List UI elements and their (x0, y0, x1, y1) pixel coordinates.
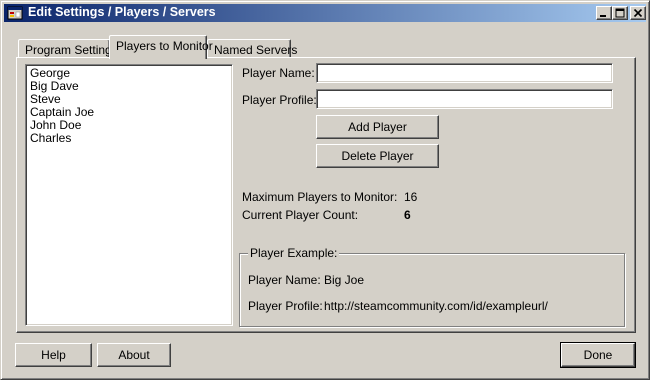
current-count-label: Current Player Count: (242, 208, 359, 222)
player-profile-field[interactable] (316, 89, 613, 109)
current-count-value: 6 (404, 208, 411, 222)
done-button[interactable]: Done (560, 342, 636, 368)
settings-window: Edit Settings / Players / Servers Progra… (0, 0, 650, 380)
tab-players-to-monitor[interactable]: Players to Monitor (109, 35, 213, 59)
player-name-label: Player Name: (242, 66, 315, 80)
help-button[interactable]: Help (15, 343, 92, 367)
close-icon (633, 8, 643, 18)
close-button[interactable] (630, 6, 646, 20)
example-profile-label: Player Profile: (248, 299, 323, 313)
list-item[interactable]: Charles (30, 132, 228, 145)
maximize-button[interactable] (612, 6, 628, 20)
max-players-value: 16 (404, 190, 418, 204)
minimize-button[interactable] (596, 6, 612, 20)
example-name-value: Big Joe (324, 273, 365, 287)
delete-player-button[interactable]: Delete Player (316, 144, 439, 168)
maximize-icon (615, 8, 625, 18)
settings-window-icon (7, 6, 23, 20)
tab-program-settings[interactable]: Program Settings (18, 39, 118, 59)
player-example-group: Player Example: (239, 246, 625, 327)
players-list[interactable]: George Big Dave Steve Captain Joe John D… (25, 64, 233, 326)
max-players-label: Maximum Players to Monitor: (242, 190, 398, 204)
player-name-field[interactable] (316, 63, 613, 83)
example-name-label: Player Name: (248, 273, 321, 287)
add-player-button[interactable]: Add Player (316, 115, 439, 139)
player-name-input[interactable] (317, 64, 612, 82)
title-bar[interactable]: Edit Settings / Players / Servers (4, 4, 646, 22)
example-profile-value: http://steamcommunity.com/id/exampleurl/ (324, 299, 548, 313)
window-title: Edit Settings / Players / Servers (28, 5, 216, 19)
tab-named-servers[interactable]: Named Servers (207, 39, 297, 59)
minimize-icon (600, 15, 606, 17)
about-button[interactable]: About (97, 343, 171, 367)
player-profile-input[interactable] (317, 90, 612, 108)
player-profile-label: Player Profile: (242, 93, 317, 107)
player-example-legend: Player Example: (248, 246, 340, 260)
